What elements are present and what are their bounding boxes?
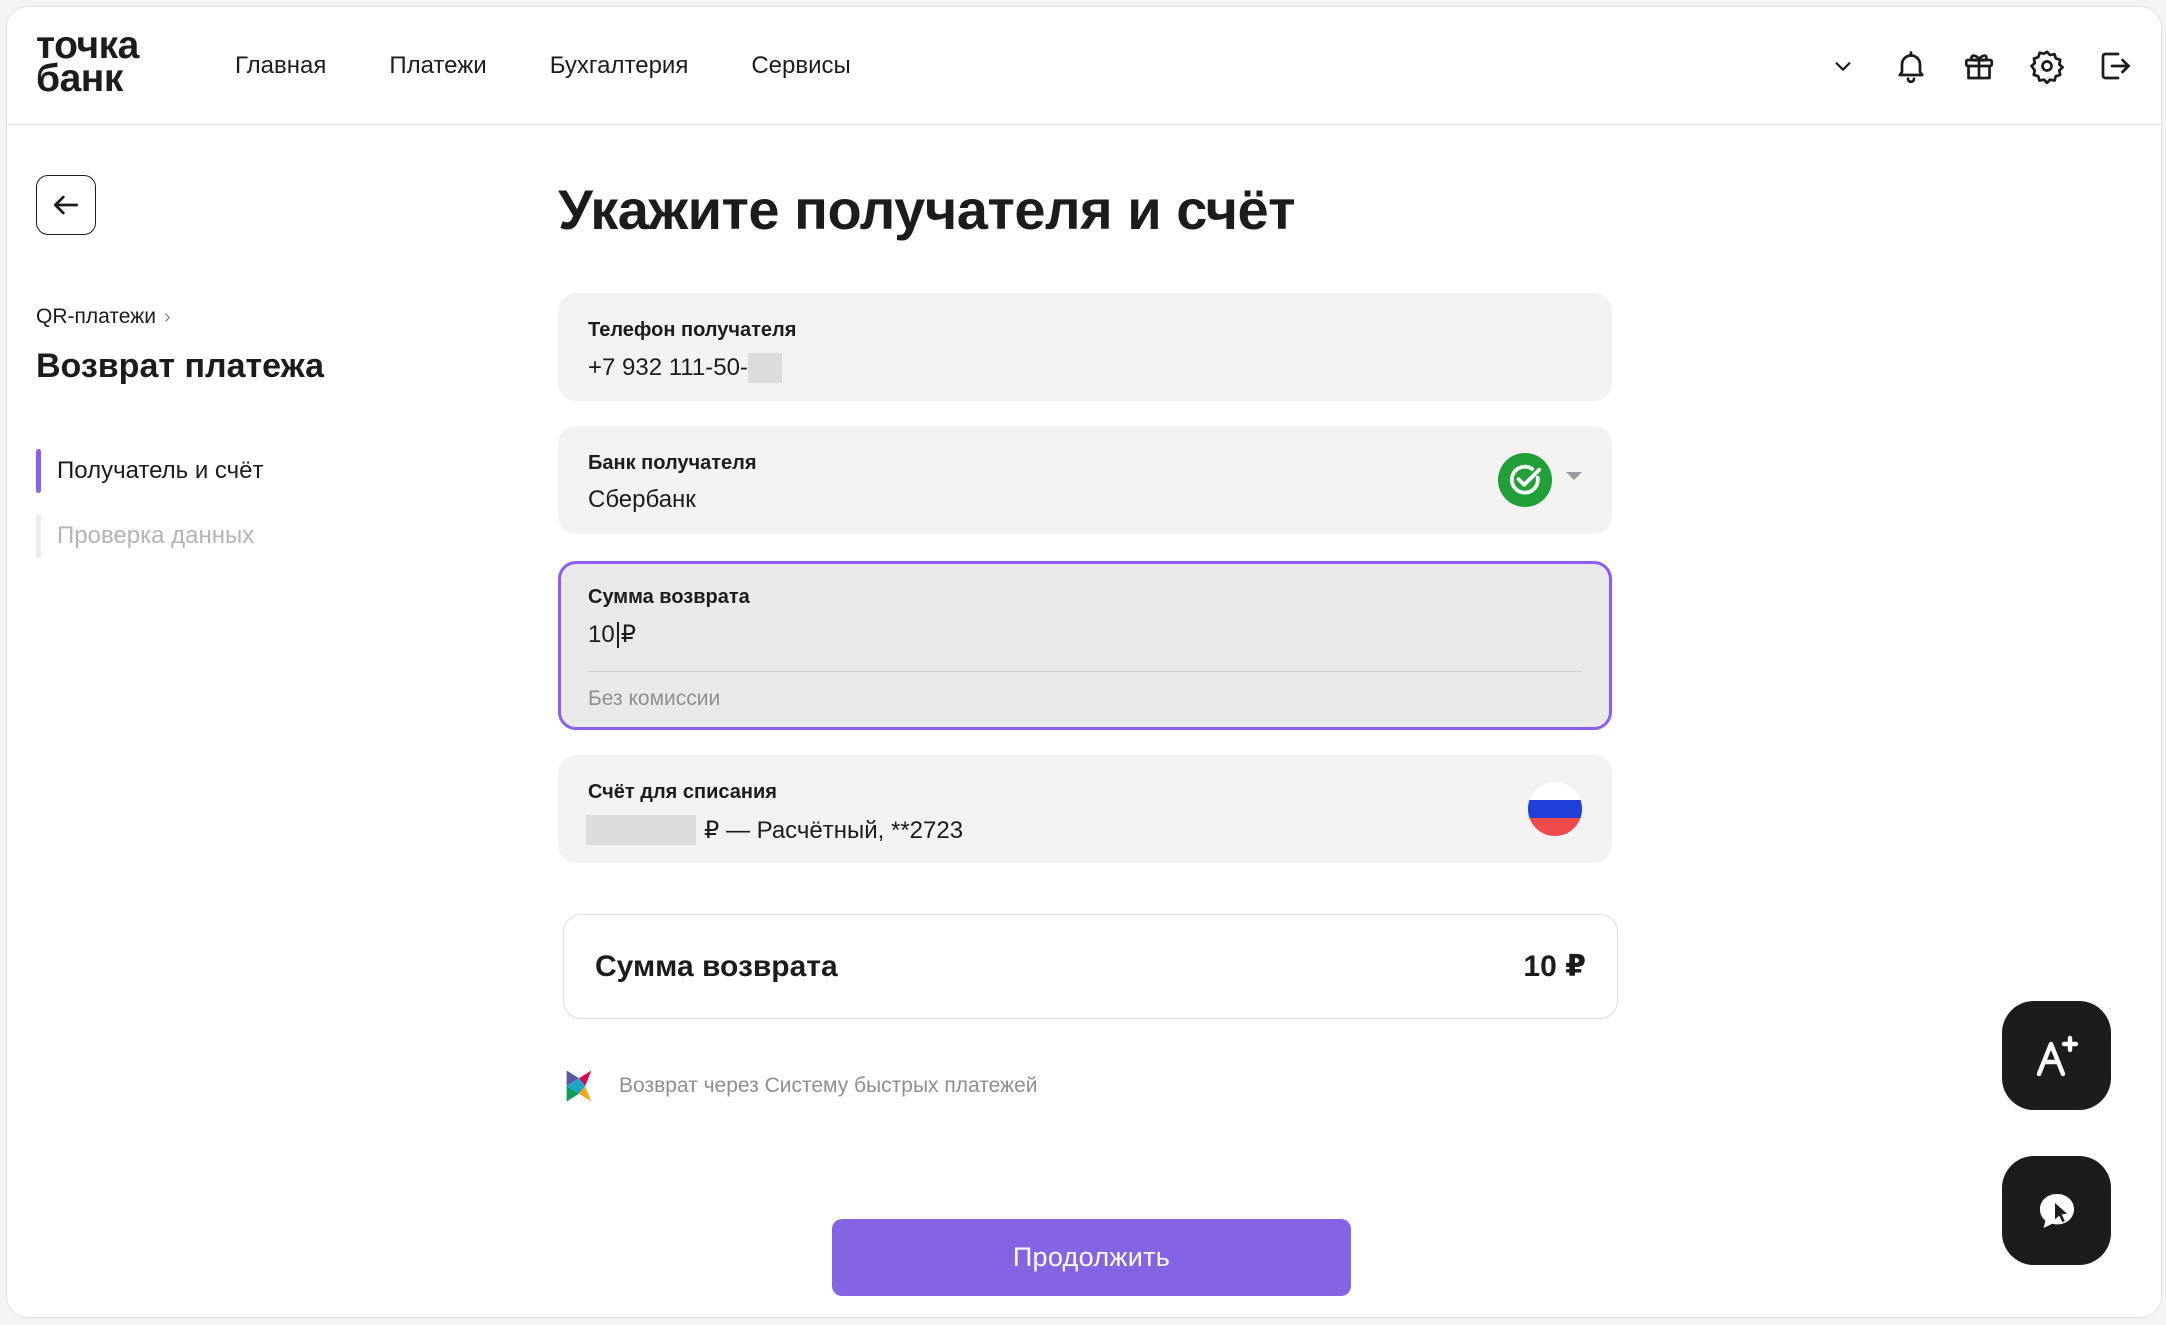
step-indicator (36, 514, 41, 558)
amount-field-value[interactable]: 10 ₽ (588, 620, 636, 649)
chat-button[interactable] (2002, 1156, 2111, 1265)
refund-amount-input[interactable]: Сумма возврата 10 ₽ Без комиссии (558, 561, 1612, 730)
account-value-text: ₽ — Расчётный, **2723 (704, 816, 964, 844)
breadcrumb-label: QR-платежи (36, 305, 156, 328)
gift-icon[interactable] (1957, 44, 2001, 88)
page-title: Укажите получателя и счёт (558, 178, 1296, 241)
nav-item-home[interactable]: Главная (235, 52, 326, 80)
step-label: Получатель и счёт (57, 457, 264, 484)
phone-field[interactable]: Телефон получателя +7 932 111-50- (558, 293, 1612, 401)
phone-field-value[interactable]: +7 932 111-50- (588, 353, 782, 383)
amount-currency: ₽ (620, 621, 636, 648)
phone-field-label: Телефон получателя (588, 319, 797, 341)
chevron-down-icon[interactable] (1821, 44, 1865, 88)
account-field-label: Счёт для списания (588, 781, 777, 803)
sbp-note: Возврат через Систему быстрых платежей (563, 1069, 1038, 1103)
chevron-right-icon: › (163, 305, 171, 328)
ai-sparkle-icon (2036, 1035, 2078, 1076)
app-window: точка банк Главная Платежи Бухгалтерия С… (6, 6, 2162, 1318)
bank-select[interactable]: Банк получателя Сбербанк (558, 426, 1612, 534)
amount-value: 10 (588, 620, 615, 648)
gear-icon[interactable] (2025, 44, 2069, 88)
arrow-left-icon (54, 195, 78, 215)
summary-value: 10 ₽ (1523, 950, 1586, 983)
sbp-text: Возврат через Систему быстрых платежей (619, 1074, 1038, 1097)
bank-field-value: Сбербанк (588, 486, 696, 513)
step-indicator (36, 449, 41, 493)
text-cursor (616, 621, 619, 648)
account-field-value: ₽ — Расчётный, **2723 (586, 815, 963, 845)
nav-item-services[interactable]: Сервисы (751, 52, 850, 80)
refund-summary: Сумма возврата 10 ₽ (563, 914, 1618, 1019)
sber-logo-icon (1498, 453, 1552, 507)
summary-label: Сумма возврата (595, 949, 838, 983)
nav-item-payments[interactable]: Платежи (389, 52, 486, 80)
main-nav: Главная Платежи Бухгалтерия Сервисы (235, 7, 914, 124)
step-label: Проверка данных (57, 522, 255, 549)
page-section-title: Возврат платежа (36, 347, 325, 385)
amount-divider (588, 671, 1582, 672)
nav-item-accounting[interactable]: Бухгалтерия (550, 52, 689, 80)
logo[interactable]: точка банк (36, 26, 139, 98)
logout-icon[interactable] (2093, 44, 2137, 88)
dropdown-caret-icon[interactable] (1566, 472, 1582, 480)
amount-hint: Без комиссии (588, 687, 721, 710)
step-recipient[interactable]: Получатель и счёт (36, 447, 264, 495)
header-actions (1797, 7, 2137, 124)
sbp-logo-icon (566, 1070, 592, 1102)
masked-balance (586, 815, 696, 845)
chat-bubble-icon (2039, 1193, 2074, 1228)
stepper: Получатель и счёт Проверка данных (36, 447, 264, 577)
bell-icon[interactable] (1889, 44, 1933, 88)
top-header: точка банк Главная Платежи Бухгалтерия С… (7, 7, 2161, 125)
amount-field-label: Сумма возврата (588, 586, 750, 608)
phone-value-text: +7 932 111-50- (588, 354, 748, 381)
continue-button[interactable]: Продолжить (832, 1219, 1351, 1296)
ai-assistant-button[interactable] (2002, 1001, 2111, 1110)
masked-digits (747, 353, 782, 383)
debit-account-select[interactable]: Счёт для списания ₽ — Расчётный, **2723 (558, 755, 1612, 863)
russia-flag-icon (1528, 782, 1582, 836)
breadcrumb[interactable]: QR-платежи › (36, 305, 171, 329)
step-review: Проверка данных (36, 512, 264, 560)
back-button[interactable] (36, 175, 96, 235)
bank-field-label: Банк получателя (588, 452, 757, 474)
